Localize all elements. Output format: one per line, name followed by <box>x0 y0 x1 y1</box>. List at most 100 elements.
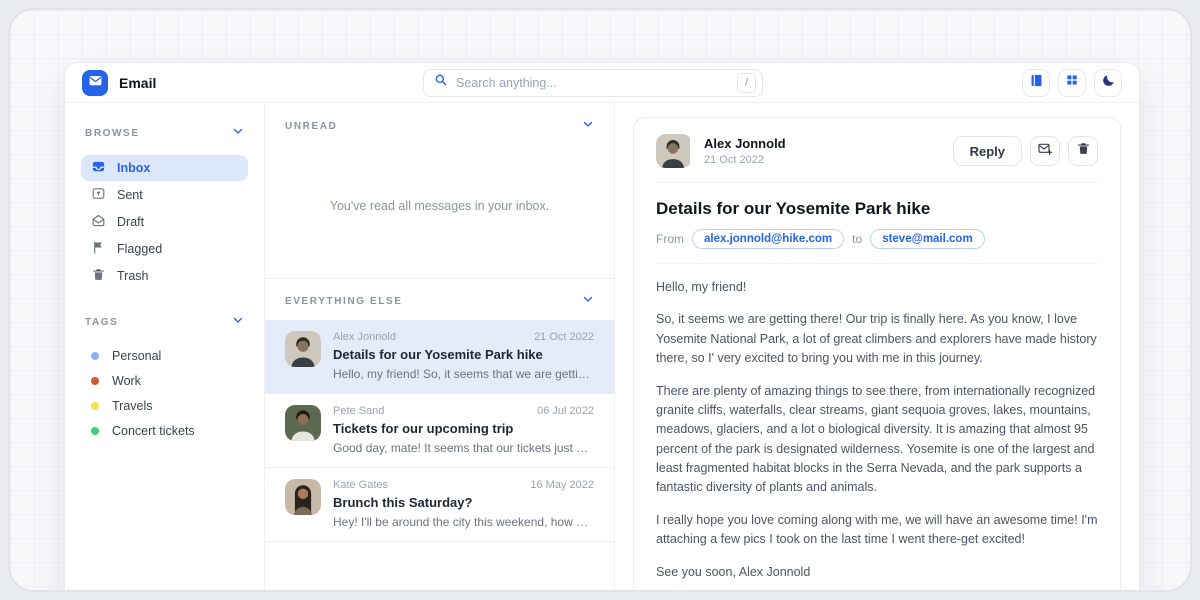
tag-item-travels[interactable]: Travels <box>81 393 248 418</box>
everything-else-section: EVERYTHING ELSE Alex Jonnold <box>265 278 614 542</box>
mail-subject: Tickets for our upcoming trip <box>333 421 594 436</box>
sent-icon <box>91 186 106 204</box>
detail-subject: Details for our Yosemite Park hike <box>656 199 1098 219</box>
chevron-down-icon[interactable] <box>232 124 244 142</box>
desktop-background: Email / <box>8 8 1192 592</box>
unread-section: UNREAD You've read all messages in your … <box>265 103 614 278</box>
tag-color-dot <box>91 427 99 435</box>
mail-subject: Brunch this Saturday? <box>333 495 594 510</box>
mail-detail-card: Alex Jonnold 21 Oct 2022 Reply <box>633 117 1121 592</box>
sidebar-item-sent[interactable]: Sent <box>81 182 248 208</box>
folder-nav: Inbox Sent Draft <box>81 155 248 289</box>
mail-item-body: Pete Sand 06 Jul 2022 Tickets for our up… <box>333 405 594 455</box>
trash-icon <box>91 267 106 285</box>
mail-subject: Details for our Yosemite Park hike <box>333 347 594 362</box>
browse-label: BROWSE <box>85 128 140 139</box>
chevron-down-icon[interactable] <box>582 117 594 135</box>
book-icon <box>1029 73 1044 93</box>
tags-section-header[interactable]: TAGS <box>81 313 248 331</box>
sidebar-item-label: Inbox <box>117 161 150 175</box>
detail-header: Alex Jonnold 21 Oct 2022 Reply <box>656 134 1098 168</box>
unread-label: UNREAD <box>285 121 337 132</box>
tag-item-concert-tickets[interactable]: Concert tickets <box>81 418 248 443</box>
detail-date: 21 Oct 2022 <box>704 154 786 166</box>
avatar <box>285 331 321 367</box>
mail-date: 21 Oct 2022 <box>534 331 594 343</box>
sidebar: BROWSE Inbox <box>65 103 265 592</box>
chevron-down-icon[interactable] <box>232 313 244 331</box>
tag-item-work[interactable]: Work <box>81 368 248 393</box>
mail-list-item[interactable]: Kate Gates 16 May 2022 Brunch this Satur… <box>265 468 614 542</box>
divider <box>656 182 1098 183</box>
tag-label: Travels <box>112 399 153 413</box>
unread-section-header[interactable]: UNREAD <box>265 103 614 143</box>
message-paragraph: Hello, my friend! <box>656 278 1098 297</box>
search-bar[interactable]: / <box>423 69 763 97</box>
tag-label: Personal <box>112 349 161 363</box>
message-paragraph: I really hope you love coming along with… <box>656 511 1098 550</box>
avatar <box>656 134 692 168</box>
mail-preview: Hello, my friend! So, it seems that we a… <box>333 367 594 381</box>
app-title: Email <box>119 75 156 91</box>
search-input[interactable] <box>456 76 737 90</box>
tag-label: Work <box>112 374 141 388</box>
top-bar: Email / <box>65 63 1139 103</box>
apps-button[interactable] <box>1058 69 1086 97</box>
forward-mail-button[interactable] <box>1030 136 1060 166</box>
mail-item-body: Alex Jonnold 21 Oct 2022 Details for our… <box>333 331 594 381</box>
sidebar-item-inbox[interactable]: Inbox <box>81 155 248 181</box>
chevron-down-icon[interactable] <box>582 292 594 310</box>
tag-list: Personal Work Travels Concert tickets <box>81 343 248 443</box>
mail-preview: Hey! I'll be around the city this weeken… <box>333 515 594 529</box>
search-shortcut-badge: / <box>737 73 756 93</box>
tag-color-dot <box>91 352 99 360</box>
envelope-icon <box>88 73 103 93</box>
mail-sender: Pete Sand <box>333 405 384 417</box>
sidebar-item-flagged[interactable]: Flagged <box>81 236 248 262</box>
mail-item-body: Kate Gates 16 May 2022 Brunch this Satur… <box>333 479 594 529</box>
detail-actions: Reply <box>953 136 1098 166</box>
to-address-chip[interactable]: steve@mail.com <box>870 229 984 249</box>
from-to-row: From alex.jonnold@hike.com to steve@mail… <box>656 229 1098 249</box>
top-actions <box>1022 69 1122 97</box>
sidebar-item-label: Trash <box>117 269 149 283</box>
mail-sender: Kate Gates <box>333 479 388 491</box>
message-paragraph: So, it seems we are getting there! Our t… <box>656 310 1098 368</box>
sidebar-item-label: Flagged <box>117 242 162 256</box>
message-paragraph: See you soon, Alex Jonnold <box>656 563 1098 582</box>
sidebar-item-label: Sent <box>117 188 143 202</box>
addressbook-button[interactable] <box>1022 69 1050 97</box>
mail-date: 16 May 2022 <box>530 479 594 491</box>
everything-else-header[interactable]: EVERYTHING ELSE <box>265 279 614 320</box>
mail-plus-icon <box>1037 141 1053 162</box>
draft-icon <box>91 213 106 231</box>
browse-section-header[interactable]: BROWSE <box>81 124 248 142</box>
moon-icon <box>1101 73 1116 93</box>
reply-button[interactable]: Reply <box>953 136 1022 166</box>
grid-icon <box>1065 73 1079 92</box>
to-label: to <box>852 232 862 246</box>
mail-detail-panel: Alex Jonnold 21 Oct 2022 Reply <box>615 103 1139 592</box>
tag-item-personal[interactable]: Personal <box>81 343 248 368</box>
detail-sender-name: Alex Jonnold <box>704 136 786 151</box>
from-address-chip[interactable]: alex.jonnold@hike.com <box>692 229 844 249</box>
avatar <box>285 479 321 515</box>
dark-mode-button[interactable] <box>1094 69 1122 97</box>
sidebar-item-label: Draft <box>117 215 144 229</box>
mail-list-item[interactable]: Pete Sand 06 Jul 2022 Tickets for our up… <box>265 394 614 468</box>
tag-label: Concert tickets <box>112 424 195 438</box>
mail-date: 06 Jul 2022 <box>537 405 594 417</box>
sidebar-item-trash[interactable]: Trash <box>81 263 248 289</box>
from-label: From <box>656 232 684 246</box>
divider <box>656 263 1098 264</box>
mail-list-item[interactable]: Alex Jonnold 21 Oct 2022 Details for our… <box>265 320 614 394</box>
inbox-icon <box>91 159 106 177</box>
delete-mail-button[interactable] <box>1068 136 1098 166</box>
email-app-window: Email / <box>64 62 1140 592</box>
mail-preview: Good day, mate! It seems that our ticket… <box>333 441 594 455</box>
message-body: Hello, my friend! So, it seems we are ge… <box>656 278 1098 582</box>
message-paragraph: There are plenty of amazing things to se… <box>656 382 1098 498</box>
trash-icon <box>1076 141 1091 161</box>
sidebar-item-draft[interactable]: Draft <box>81 209 248 235</box>
tag-color-dot <box>91 402 99 410</box>
